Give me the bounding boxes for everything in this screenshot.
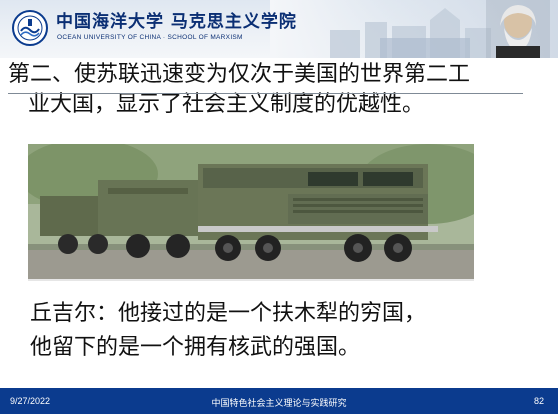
university-seal-icon <box>12 10 48 46</box>
university-name-en: OCEAN UNIVERSITY OF CHINA · SCHOOL OF MA… <box>57 34 243 41</box>
churchill-quote: 丘吉尔：他接过的是一个扶木犁的穷国， 他留下的是一个拥有核武的强国。 <box>30 297 426 365</box>
title-divider <box>8 93 523 94</box>
footer-course-name: 中国特色社会主义理论与实践研究 <box>211 399 347 409</box>
university-name-cn: 中国海洋大学 马克思主义学院 <box>56 12 297 32</box>
quote-line-2: 他留下的是一个拥有核武的强国。 <box>30 335 361 360</box>
slide-title: 第二、使苏联迅速变为仅次于美国的世界第二工 业大国，显示了社会主义制度的优越性。 <box>8 60 528 120</box>
military-truck-photo <box>28 144 474 279</box>
portrait-icon <box>486 0 550 58</box>
slide-title-line-1: 第二、使苏联迅速变为仅次于美国的世界第二工 <box>8 62 471 87</box>
footer-page-number: 82 <box>533 396 544 406</box>
slide-title-line-2: 业大国，显示了社会主义制度的优越性。 <box>28 92 425 117</box>
slide: 中国海洋大学 马克思主义学院 OCEAN UNIVERSITY OF CHINA… <box>0 0 558 414</box>
header-banner: 中国海洋大学 马克思主义学院 OCEAN UNIVERSITY OF CHINA… <box>0 0 558 58</box>
photo-bottom-edge <box>28 279 474 281</box>
quote-line-1: 丘吉尔：他接过的是一个扶木犁的穷国， <box>30 301 427 326</box>
footer-bar: 9/27/2022 中国特色社会主义理论与实践研究 82 <box>0 388 558 414</box>
